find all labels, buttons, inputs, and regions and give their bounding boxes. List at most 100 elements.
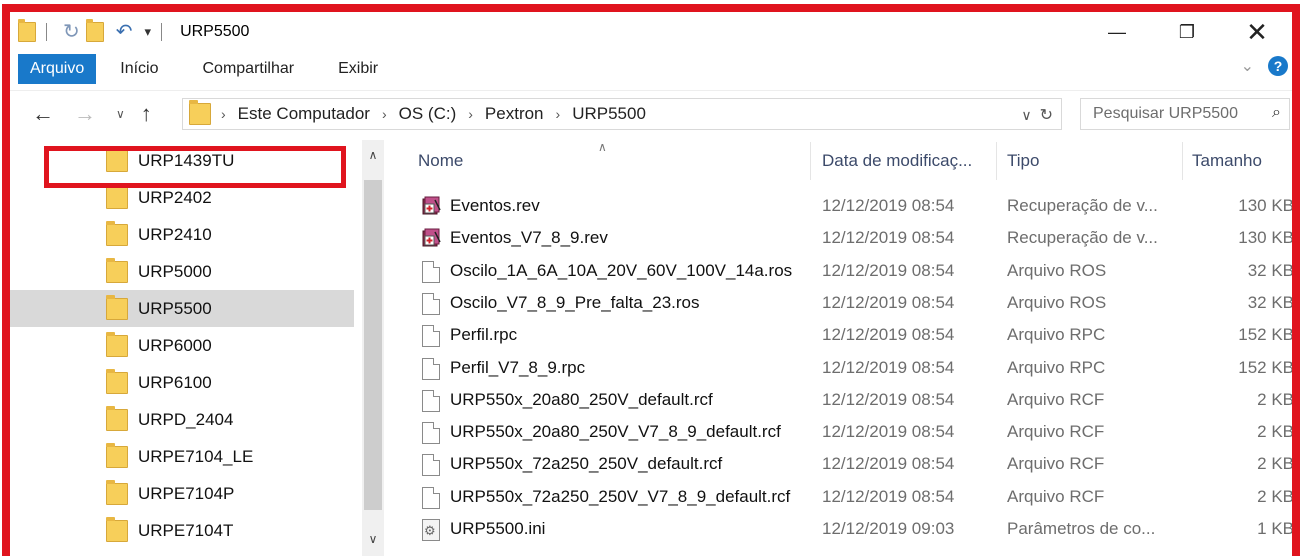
- document-icon: [422, 260, 440, 283]
- breadcrumb-os-c[interactable]: OS (C:): [399, 104, 457, 124]
- file-row[interactable]: Eventos.rev 12/12/2019 08:54 Recuperação d…: [398, 190, 1294, 222]
- settings-file-icon: [422, 519, 440, 541]
- properties-icon[interactable]: ↻: [63, 22, 80, 42]
- scroll-down-icon[interactable]: ∨: [362, 532, 384, 546]
- file-size: 32 KB: [1247, 260, 1294, 280]
- column-header-label: Nome: [418, 151, 464, 170]
- file-type: Arquivo RCF: [1007, 422, 1105, 442]
- document-icon: [422, 486, 440, 509]
- search-icon[interactable]: ⌕: [1272, 104, 1281, 122]
- sort-ascending-icon: ∧: [598, 140, 607, 154]
- breadcrumb-urp5500[interactable]: URP5500: [572, 104, 646, 124]
- file-type: Parâmetros de co...: [1007, 519, 1156, 538]
- breadcrumb-separator-icon[interactable]: ›: [468, 106, 473, 122]
- expand-ribbon-icon[interactable]: ⌄: [1241, 56, 1254, 76]
- nav-item-urp5500[interactable]: URP5500: [10, 290, 354, 327]
- nav-scrollbar[interactable]: ∧ ∨: [362, 140, 384, 556]
- file-row[interactable]: URP550x_72a250_250V_V7_8_9_default.rcf 12…: [398, 481, 1294, 513]
- nav-item-urp5000[interactable]: URP5000: [10, 253, 354, 290]
- breadcrumb-este-computador[interactable]: Este Computador: [238, 104, 370, 124]
- column-divider[interactable]: [1182, 142, 1183, 180]
- column-header-label: Data de modificaç...: [822, 151, 973, 170]
- column-divider[interactable]: [996, 142, 997, 180]
- file-row[interactable]: URP550x_20a80_250V_V7_8_9_default.rcf 12/…: [398, 416, 1294, 448]
- forward-arrow-icon[interactable]: →: [74, 101, 96, 127]
- file-name: URP550x_72a250_250V_default.rcf: [450, 454, 723, 474]
- back-arrow-icon[interactable]: ←: [32, 101, 54, 127]
- nav-item-urpe7104-le[interactable]: URPE7104_LE: [10, 438, 354, 475]
- help-icon[interactable]: ?: [1268, 56, 1288, 76]
- file-name: Eventos.rev: [450, 196, 540, 215]
- file-list: ∧ Nome Data de modificaç... Tipo Tamanho…: [398, 140, 1294, 556]
- nav-item-label: URPE7104P: [138, 483, 235, 503]
- nav-item-label: URP6000: [138, 335, 212, 355]
- scroll-up-icon[interactable]: ∧: [362, 148, 384, 162]
- folder-icon: [106, 516, 128, 542]
- tab-exibir[interactable]: Exibir: [316, 60, 400, 78]
- restore-button[interactable]: ❐: [1152, 12, 1222, 52]
- refresh-icon[interactable]: ↻: [1040, 105, 1053, 125]
- file-date: 12/12/2019 08:54: [822, 292, 955, 312]
- column-divider[interactable]: [810, 142, 811, 180]
- file-type: Arquivo RCF: [1007, 454, 1105, 474]
- up-arrow-icon[interactable]: ↑: [141, 101, 152, 127]
- column-header-type[interactable]: Tipo: [1007, 140, 1039, 182]
- file-row[interactable]: Perfil.rpc 12/12/2019 08:54 Arquivo RPC 152…: [398, 319, 1294, 351]
- file-row[interactable]: Oscilo_V7_8_9_Pre_falta_23.ros 12/12/2019…: [398, 287, 1294, 319]
- file-name: Eventos_V7_8_9.rev: [450, 228, 608, 248]
- address-bar[interactable]: › Este Computador › OS (C:) › Pextron › …: [182, 98, 1062, 130]
- close-button[interactable]: ✕: [1222, 12, 1292, 52]
- folder-icon: [106, 257, 128, 283]
- nav-item-urp6000[interactable]: URP6000: [10, 327, 354, 364]
- file-row[interactable]: Eventos_V7_8_9.rev 12/12/2019 08:54 Recupe…: [398, 222, 1294, 254]
- minimize-button[interactable]: —: [1082, 12, 1152, 52]
- column-header-date[interactable]: Data de modificaç...: [822, 140, 972, 182]
- file-row[interactable]: Perfil_V7_8_9.rpc 12/12/2019 08:54 Arquivo…: [398, 352, 1294, 384]
- rev-file-icon: [422, 196, 442, 216]
- document-icon: [422, 325, 440, 348]
- file-type: Arquivo RPC: [1007, 357, 1106, 377]
- file-row[interactable]: URP550x_20a80_250V_default.rcf 12/12/2019…: [398, 384, 1294, 416]
- nav-item-urpe7104p[interactable]: URPE7104P: [10, 475, 354, 512]
- file-size: 130 KB: [1238, 196, 1294, 215]
- nav-item-urpe7104t[interactable]: URPE7104T: [10, 512, 354, 549]
- file-row[interactable]: URP550x_72a250_250V_default.rcf 12/12/201…: [398, 448, 1294, 480]
- file-date: 12/12/2019 08:54: [822, 228, 955, 248]
- search-placeholder: Pesquisar URP5500: [1093, 105, 1238, 122]
- file-size: 2 KB: [1257, 422, 1294, 442]
- file-row[interactable]: Oscilo_1A_6A_10A_20V_60V_100V_14a.ros 12/…: [398, 255, 1294, 287]
- breadcrumb-pextron[interactable]: Pextron: [485, 104, 544, 124]
- file-row[interactable]: URP5500.ini 12/12/2019 09:03 Parâmetros de…: [398, 513, 1294, 545]
- nav-item-urpd-2404[interactable]: URPD_2404: [10, 401, 354, 438]
- file-date: 12/12/2019 08:54: [822, 486, 955, 506]
- breadcrumb-separator-icon[interactable]: ›: [556, 106, 561, 122]
- breadcrumb-separator-icon[interactable]: ›: [221, 106, 226, 122]
- new-folder-icon[interactable]: [85, 19, 104, 42]
- file-size: 2 KB: [1257, 454, 1294, 474]
- folder-icon: [106, 294, 128, 320]
- address-dropdown-icon[interactable]: ∨: [1021, 107, 1031, 124]
- tab-inicio[interactable]: Início: [96, 60, 180, 78]
- breadcrumb-separator-icon[interactable]: ›: [382, 106, 387, 122]
- scrollbar-thumb[interactable]: [364, 180, 382, 510]
- nav-item-label: URP5000: [138, 261, 212, 281]
- folder-icon: [106, 442, 128, 468]
- file-date: 12/12/2019 08:54: [822, 357, 955, 377]
- nav-item-label: URPE7104T: [138, 520, 234, 540]
- file-type: Arquivo ROS: [1007, 292, 1107, 312]
- file-size: 32 KB: [1247, 292, 1294, 312]
- tab-arquivo[interactable]: Arquivo: [18, 54, 97, 84]
- nav-item-urp6100[interactable]: URP6100: [10, 364, 354, 401]
- file-size: 2 KB: [1257, 486, 1294, 506]
- search-input[interactable]: Pesquisar URP5500 ⌕: [1080, 98, 1290, 130]
- tab-compartilhar[interactable]: Compartilhar: [181, 60, 317, 78]
- rev-file-icon: [422, 228, 442, 248]
- customize-toolbar-icon[interactable]: ▾: [145, 22, 152, 42]
- file-date: 12/12/2019 08:54: [822, 422, 955, 442]
- document-icon: [422, 292, 440, 315]
- recent-locations-chevron-icon[interactable]: ∨: [116, 107, 125, 121]
- nav-item-urp2410[interactable]: URP2410: [10, 216, 354, 253]
- column-header-size[interactable]: Tamanho: [1192, 140, 1262, 182]
- column-header-name[interactable]: Nome: [418, 140, 463, 182]
- undo-icon[interactable]: ↶: [116, 22, 133, 42]
